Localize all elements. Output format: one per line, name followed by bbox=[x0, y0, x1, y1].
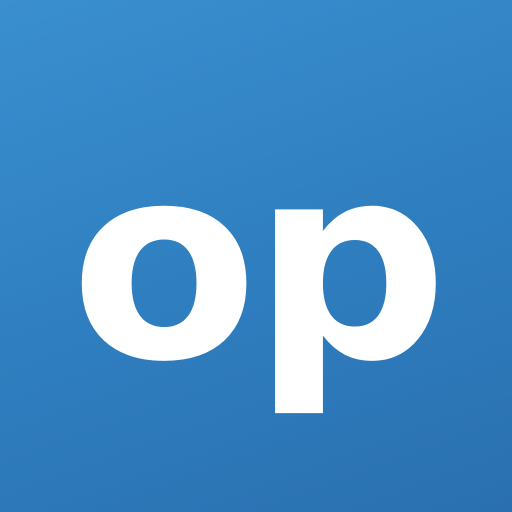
op-logo: op bbox=[70, 106, 448, 421]
logo-wordmark: op bbox=[70, 106, 442, 421]
app-icon-tile: op bbox=[0, 0, 512, 512]
